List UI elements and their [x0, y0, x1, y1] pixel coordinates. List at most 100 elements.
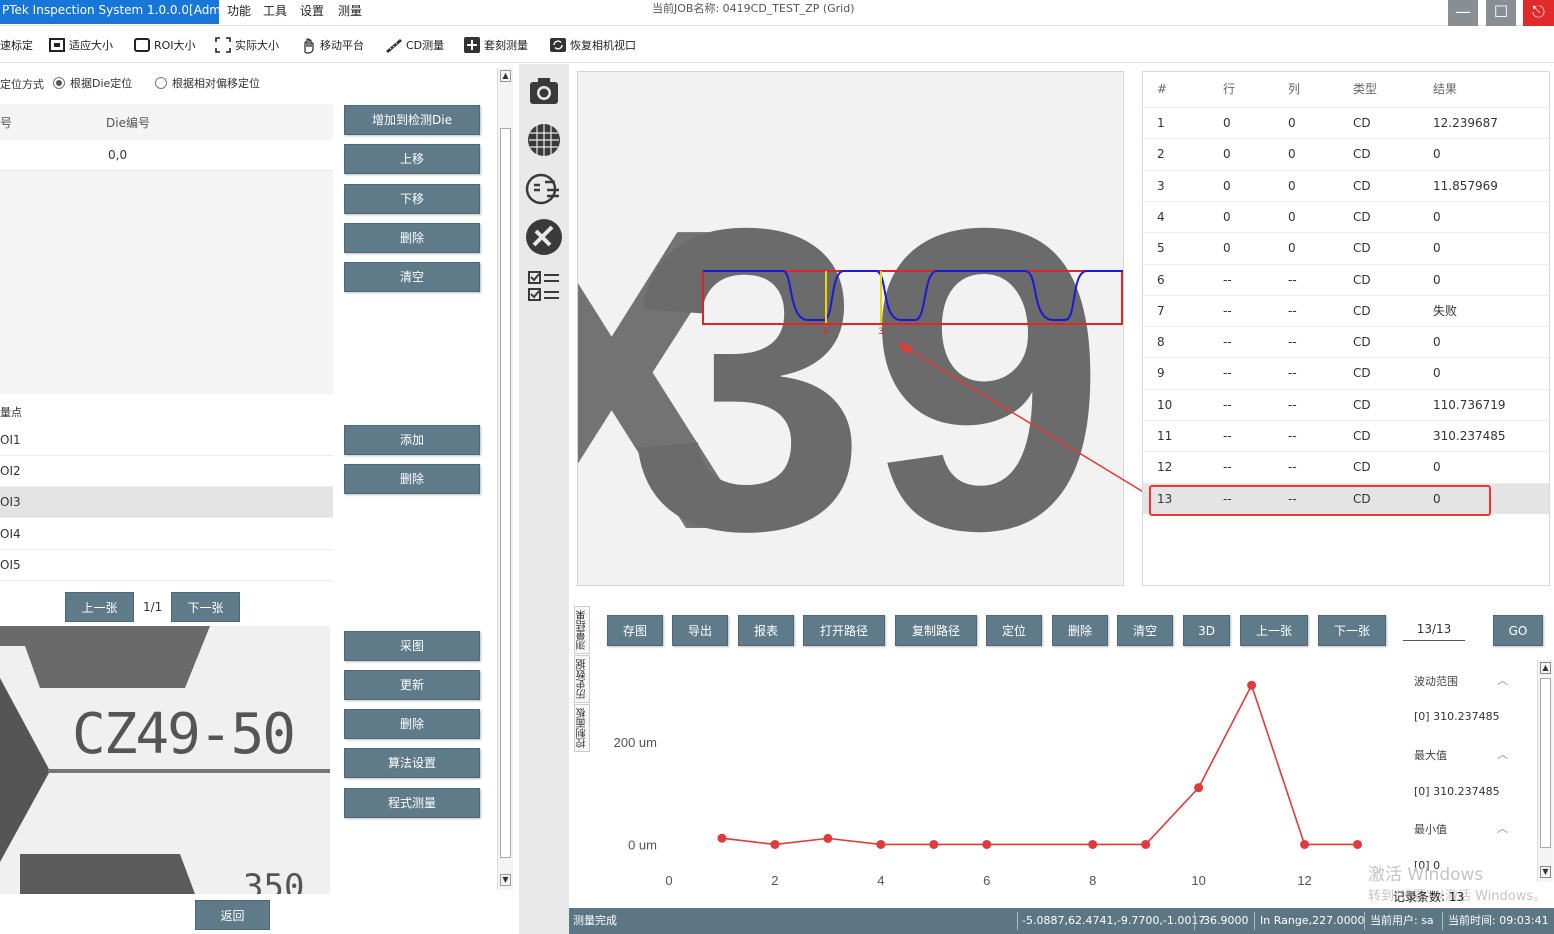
next-result-button[interactable]: 下一张 [1318, 615, 1386, 646]
clear-results-button[interactable]: 清空 [1117, 615, 1173, 646]
wafer-grid-icon[interactable] [525, 121, 563, 159]
viewer-digits: 39 [628, 140, 1106, 586]
delete-result-button[interactable]: 删除 [1052, 615, 1108, 646]
record-count: 记录条数: 13 [1393, 890, 1465, 904]
report-button[interactable]: 报表 [738, 615, 794, 646]
menu-settings[interactable]: 设置 [300, 2, 324, 19]
scroll-up-icon[interactable]: ▲ [1540, 662, 1551, 674]
row-col: 0 [1288, 209, 1296, 224]
scroll-thumb[interactable] [1540, 678, 1551, 848]
minimize-button[interactable]: — [1448, 0, 1478, 26]
table-row[interactable]: 9 -- -- CD 0 [1143, 357, 1549, 388]
table-row[interactable]: 8 -- -- CD 0 [1143, 326, 1549, 357]
tab-history-data[interactable]: 历史数据 [574, 655, 590, 703]
update-button[interactable]: 更新 [344, 670, 480, 700]
table-row[interactable]: 3 0 0 CD 11.857969 [1143, 169, 1549, 201]
toolbar-move-stage[interactable]: 移动平台 [299, 35, 364, 55]
program-measure-button[interactable]: 程式测量 [344, 788, 480, 818]
row-type: CD [1353, 366, 1371, 381]
row-result: 0 [1433, 366, 1441, 381]
list-item[interactable]: OI4 [0, 519, 333, 550]
table-row[interactable]: 11 -- -- CD 310.237485 [1143, 420, 1549, 451]
y-tick-label: 200 um [614, 735, 657, 750]
next-image-button[interactable]: 下一张 [171, 592, 240, 622]
clear-die-button[interactable]: 清空 [344, 262, 480, 292]
table-row[interactable]: 10 -- -- CD 110.736719 [1143, 388, 1549, 420]
row-index: 8 [1157, 335, 1165, 350]
list-item[interactable]: OI5 [0, 550, 333, 581]
toolbar-restore-viewport[interactable]: 恢复相机视口 [549, 35, 636, 55]
toolbar-label: 实际大小 [235, 39, 279, 52]
list-item-selected[interactable]: OI3 [0, 487, 333, 518]
tab-measure-results[interactable]: 测量结果 [574, 606, 590, 654]
open-path-button[interactable]: 打开路径 [803, 615, 885, 646]
go-button[interactable]: GO [1493, 615, 1543, 646]
scroll-up-icon[interactable]: ▲ [500, 70, 511, 82]
close-button[interactable]: ⎋ [1523, 0, 1554, 26]
row-index: 3 [1157, 178, 1165, 193]
camera-icon[interactable] [525, 72, 563, 110]
move-up-button[interactable]: 上移 [344, 144, 480, 174]
prev-result-button[interactable]: 上一张 [1240, 615, 1308, 646]
page-indicator: 1/1 [143, 600, 163, 614]
add-point-button[interactable]: 添加 [344, 425, 480, 455]
algorithm-settings-button[interactable]: 算法设置 [344, 748, 480, 778]
image-viewer[interactable]: X 39 2 3 [577, 71, 1124, 586]
app-title: PTek Inspection System 1.0.0.0[Admin] [0, 0, 219, 24]
capture-button[interactable]: 采图 [344, 631, 480, 661]
left-scrollbar[interactable]: ▲ ▼ [497, 68, 513, 890]
row-result: 0 [1433, 335, 1441, 350]
delete-image-button[interactable]: 删除 [344, 709, 480, 739]
table-row[interactable]: 12 -- -- CD 0 [1143, 451, 1549, 482]
stats-scrollbar[interactable]: ▲ ▼ [1537, 660, 1553, 882]
prev-image-button[interactable]: 上一张 [65, 592, 134, 622]
delete-point-button[interactable]: 删除 [344, 464, 480, 494]
chevron-up-icon[interactable]: ︿ [1497, 672, 1508, 688]
toolbar-roi-size[interactable]: ROI大小 [133, 35, 196, 55]
table-row[interactable]: 5 0 0 CD 0 [1143, 232, 1549, 263]
measure-panel: 测量结果 历史数据 控制面板 存图 导出 报表 打开路径 复制路径 定位 删除 … [569, 600, 1554, 908]
measure-tool-icon[interactable] [525, 218, 563, 256]
scroll-down-icon[interactable]: ▼ [500, 874, 511, 886]
table-row[interactable]: 0,0 [0, 140, 333, 171]
scroll-down-icon[interactable]: ▼ [1540, 866, 1551, 878]
radio-offset-position[interactable]: 根据相对偏移定位 [155, 75, 260, 91]
row-type: CD [1353, 178, 1371, 193]
export-button[interactable]: 导出 [672, 615, 728, 646]
locate-button[interactable]: 定位 [986, 615, 1042, 646]
copy-path-button[interactable]: 复制路径 [895, 615, 977, 646]
table-row[interactable]: 7 -- -- CD 失败 [1143, 294, 1549, 326]
table-row[interactable]: 1 0 0 CD 12.239687 [1143, 107, 1549, 138]
move-down-button[interactable]: 下移 [344, 184, 480, 214]
delete-die-button[interactable]: 删除 [344, 223, 480, 253]
menu-measure[interactable]: 测量 [338, 2, 362, 19]
result-counter[interactable]: 13/13 [1403, 622, 1465, 641]
back-button[interactable]: 返回 [195, 900, 270, 930]
chevron-up-icon[interactable]: ︿ [1497, 746, 1508, 762]
radio-label: 根据Die定位 [70, 77, 133, 90]
toolbar-cd-measure[interactable]: CD测量 [385, 35, 444, 55]
toolbar-quick-calibrate[interactable]: 速标定 [0, 35, 33, 55]
wafer-list-icon[interactable] [525, 170, 563, 208]
table-row[interactable]: 4 0 0 CD 0 [1143, 200, 1549, 232]
maximize-button[interactable]: ☐ [1486, 0, 1516, 26]
chevron-up-icon[interactable]: ︿ [1497, 820, 1508, 836]
toolbar-fit-size[interactable]: 适应大小 [48, 35, 113, 55]
die-table-header-no: 号 [0, 116, 13, 130]
radio-die-position[interactable]: 根据Die定位 [53, 75, 132, 91]
scroll-thumb[interactable] [500, 128, 511, 858]
list-item[interactable]: OI2 [0, 456, 333, 487]
table-row[interactable]: 2 0 0 CD 0 [1143, 138, 1549, 169]
3d-button[interactable]: 3D [1183, 615, 1230, 646]
menu-tools[interactable]: 工具 [263, 2, 287, 19]
row-type: CD [1353, 272, 1371, 287]
checklist-icon[interactable] [525, 267, 563, 305]
menu-function[interactable]: 功能 [227, 2, 251, 19]
save-image-button[interactable]: 存图 [607, 615, 663, 646]
list-item[interactable]: OI1 [0, 425, 333, 456]
toolbar-overlay-measure[interactable]: 套刻测量 [463, 35, 528, 55]
table-row[interactable]: 6 -- -- CD 0 [1143, 263, 1549, 295]
toolbar-actual-size[interactable]: 实际大小 [214, 35, 279, 55]
add-detect-die-button[interactable]: 增加到检测Die [344, 105, 480, 135]
tab-control-panel[interactable]: 控制面板 [574, 704, 590, 752]
